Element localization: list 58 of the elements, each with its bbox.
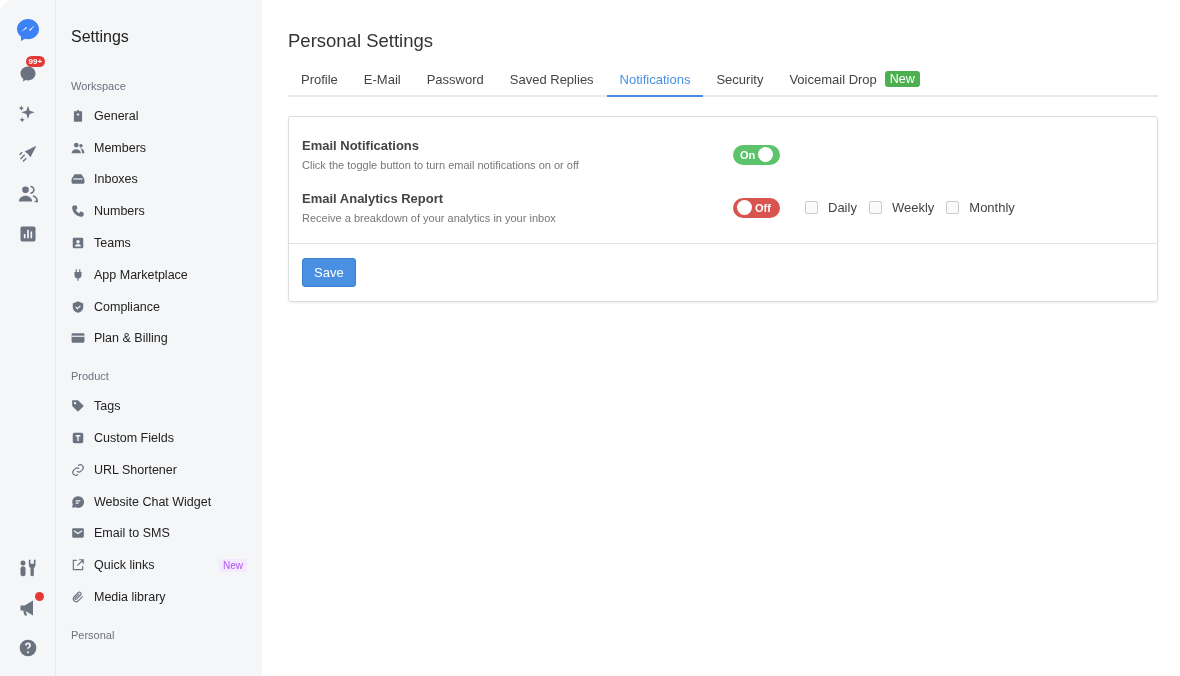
tab[interactable]: Password xyxy=(413,68,497,97)
sidebar-link[interactable]: Tags xyxy=(94,399,247,414)
sidebar-link[interactable]: General xyxy=(94,108,247,123)
tab[interactable]: Profile xyxy=(288,68,351,97)
sidebar-link[interactable]: Inboxes xyxy=(94,172,247,187)
setting-description: Click the toggle button to turn email notifications on or off xyxy=(302,159,580,171)
paper-plane-icon[interactable] xyxy=(17,144,38,164)
phone-icon xyxy=(71,204,85,219)
tab[interactable]: Security xyxy=(703,68,777,97)
paperclip-icon xyxy=(71,590,85,605)
checkbox-label: Weekly xyxy=(891,200,935,215)
new-badge: New xyxy=(219,558,247,572)
help-icon[interactable] xyxy=(17,638,38,658)
section-heading: Workspace xyxy=(71,80,127,92)
sidebar-link[interactable]: Quick links xyxy=(94,558,219,573)
people-icon xyxy=(71,140,85,155)
shield-icon xyxy=(71,299,85,314)
sidebar-link[interactable]: Website Chat Widget xyxy=(94,494,247,509)
people-icon[interactable] xyxy=(17,184,38,204)
sidebar-link[interactable]: URL Shortener xyxy=(94,462,247,477)
sidebar-link[interactable]: App Marketplace xyxy=(94,267,247,282)
sidebar-link[interactable]: Teams xyxy=(94,236,247,251)
chat-icon[interactable] xyxy=(17,64,38,84)
section-heading: Product xyxy=(71,370,110,383)
sidebar-link[interactable]: Plan & Billing xyxy=(94,331,247,346)
contact-card-icon xyxy=(71,236,85,251)
external-link-icon xyxy=(71,558,85,573)
checkbox-label: Monthly xyxy=(969,200,1015,215)
link-icon xyxy=(71,462,85,477)
setting-title: Email Notifications xyxy=(302,138,421,153)
sidebar-title: Settings xyxy=(71,28,130,46)
sidebar-link[interactable]: Email to SMS xyxy=(94,526,247,541)
tab[interactable]: Saved Replies xyxy=(496,68,607,97)
credit-card-icon xyxy=(71,331,85,346)
envelope-icon xyxy=(71,526,85,541)
tab[interactable]: Voicemail Drop New xyxy=(776,68,933,97)
checkbox[interactable] xyxy=(805,201,818,214)
checkbox[interactable] xyxy=(946,201,960,214)
logo-icon[interactable] xyxy=(15,18,40,42)
sidebar-link[interactable]: Numbers xyxy=(94,204,247,219)
sidebar-link[interactable]: Media library xyxy=(94,590,247,605)
checkbox[interactable] xyxy=(868,201,882,214)
text-field-icon xyxy=(71,431,85,446)
notification-count: 99+ xyxy=(25,56,46,67)
tab[interactable]: E-Mail xyxy=(350,68,414,97)
building-icon xyxy=(71,108,85,123)
sidebar-link[interactable]: Compliance xyxy=(94,299,247,314)
setting-description: Receive a breakdown of your analytics in your inbox xyxy=(302,212,557,224)
section-heading: Personal xyxy=(71,628,116,641)
page-title: Personal Settings xyxy=(288,30,434,52)
sidebar-link[interactable]: Members xyxy=(94,140,247,155)
setting-title: Email Analytics Report xyxy=(302,191,445,206)
tag-icon xyxy=(71,399,85,414)
inbox-icon xyxy=(71,172,85,187)
toggle-switch[interactable]: Off xyxy=(733,197,780,218)
sidebar-link[interactable]: Custom Fields xyxy=(94,431,247,446)
checkbox-label: Daily xyxy=(828,200,857,215)
chat-bubble-icon xyxy=(71,494,85,509)
